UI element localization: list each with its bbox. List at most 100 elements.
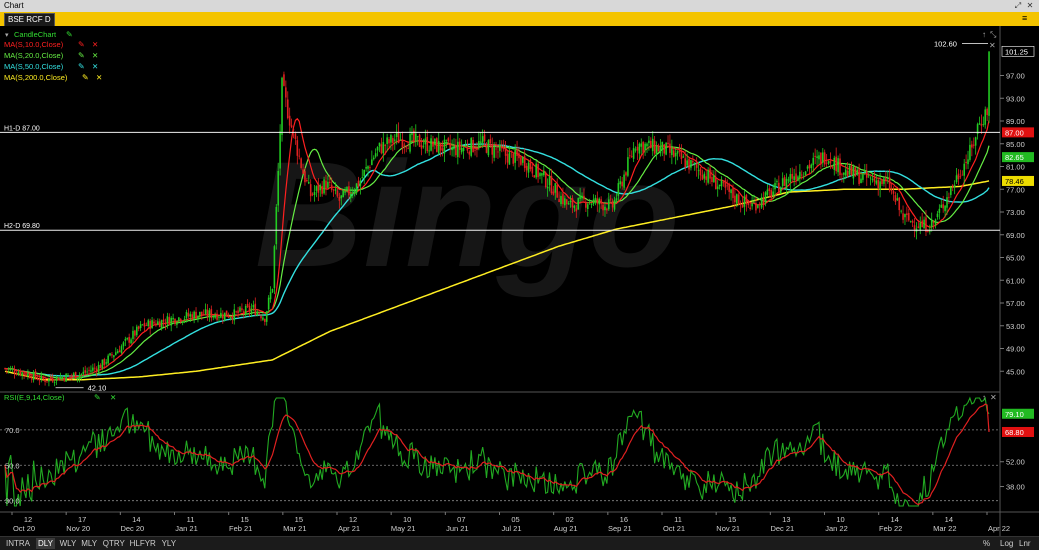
rsi-move-icon: ↑	[982, 393, 986, 402]
x-tick-day: 12	[349, 515, 357, 524]
x-tick-month: Mar 21	[283, 524, 306, 533]
price-badge-4: 78.46	[1002, 175, 1034, 186]
y-tick-label: 49.00	[1006, 345, 1025, 354]
x-tick-day: 07	[457, 515, 465, 524]
x-tick-day: 02	[565, 515, 573, 524]
scale-option-1[interactable]: %	[983, 538, 990, 549]
y-tick-label: 45.00	[1006, 367, 1025, 376]
candle	[487, 139, 490, 158]
legend-title: CandleChart	[14, 30, 57, 39]
high-annotation: 102.60	[934, 40, 957, 49]
rsi-y-tick-label: 70.0	[5, 426, 20, 435]
y-tick-label: 97.00	[1006, 72, 1025, 81]
candle	[275, 204, 278, 250]
candle	[779, 186, 782, 194]
x-tick-month: Apr 22	[988, 524, 1010, 533]
close-icon[interactable]: ✕	[1025, 1, 1035, 11]
bottom-toolbar: INTRA DLY WLY MLY QTRY HLFYR YLY% Log Lnr	[0, 536, 1039, 550]
candle	[418, 133, 421, 148]
x-tick-day: 17	[78, 515, 86, 524]
svg-text:78.46: 78.46	[1005, 177, 1024, 186]
x-tick-day: 16	[620, 515, 628, 524]
legend-item-2: MA(S,20.0,Close)	[4, 51, 64, 60]
scale-option-3[interactable]: Lnr	[1019, 538, 1031, 549]
y-tick-label: 57.00	[1006, 299, 1025, 308]
hline-label-1: H1-D 87.00	[4, 125, 40, 132]
y-tick-label: 65.00	[1006, 254, 1025, 263]
chart-area[interactable]: Bingo H1-D 87.00H2-D 69.80102.6042.10 Ca…	[0, 26, 1039, 536]
symbol-bar: BSE RCF D ≡	[0, 12, 1039, 27]
x-tick-month: Apr 21	[338, 524, 360, 533]
candle	[577, 197, 580, 210]
x-tick-day: 10	[403, 515, 411, 524]
candle	[470, 136, 473, 158]
timeframe-wly[interactable]: WLY	[58, 538, 79, 549]
candle	[323, 176, 325, 195]
y-tick-label: 53.00	[1006, 322, 1025, 331]
legend-item-4: MA(S,200.0,Close)	[4, 73, 68, 82]
timeframe-mly[interactable]: MLY	[79, 538, 99, 549]
x-tick-day: 15	[295, 515, 303, 524]
timeframe-intra[interactable]: INTRA	[4, 538, 32, 549]
timeframe-qtry[interactable]: QTRY	[101, 538, 127, 549]
x-tick-month: Jul 21	[501, 524, 521, 533]
candle	[854, 165, 857, 177]
y-tick-label: 73.00	[1006, 208, 1025, 217]
menu-icon[interactable]: ≡	[1022, 14, 1031, 23]
edit-icon: ✎	[66, 30, 73, 39]
legend-remove-icon: ✕	[92, 40, 98, 49]
legend-edit-icon: ✎	[78, 40, 85, 49]
candle	[436, 137, 438, 153]
x-tick-day: 15	[240, 515, 248, 524]
svg-text:82.65: 82.65	[1005, 153, 1024, 162]
rsi-close-icon: ✕	[990, 393, 997, 402]
timeframe-dly[interactable]: DLY	[36, 538, 55, 549]
x-tick-month: Oct 20	[13, 524, 35, 533]
legend-edit-icon: ✎	[82, 73, 89, 82]
pin-icon[interactable]: ⤢	[1013, 1, 1023, 11]
price-badge-1: 101.25	[1001, 46, 1035, 57]
x-tick-month: Dec 20	[120, 524, 144, 533]
collapse-icon: ▾	[5, 32, 9, 39]
rsi-right-tick-label: 38.00	[1006, 483, 1025, 492]
timeframe-hlfyr[interactable]: HLFYR	[128, 538, 158, 549]
candle	[988, 51, 990, 124]
legend-remove-icon: ✕	[92, 62, 98, 71]
x-tick-month: May 21	[391, 524, 416, 533]
x-tick-month: Aug 21	[554, 524, 578, 533]
x-tick-month: Jan 22	[825, 524, 848, 533]
candle	[300, 157, 302, 170]
x-tick-month: Mar 22	[933, 524, 956, 533]
x-tick-day: 14	[945, 515, 953, 524]
timeframe-yly[interactable]: YLY	[160, 538, 179, 549]
x-tick-day: 10	[836, 515, 844, 524]
price-badge-3: 82.65	[1002, 152, 1034, 163]
window-title: Chart	[4, 1, 24, 10]
symbol-label[interactable]: BSE RCF D	[4, 13, 55, 27]
close-panel-icon: ✕	[989, 41, 996, 50]
move-up-icon: ↑	[982, 30, 986, 39]
x-tick-day: 14	[890, 515, 898, 524]
legend-remove-icon: ✕	[96, 73, 102, 82]
candle	[223, 312, 226, 322]
x-tick-day: 11	[674, 515, 682, 524]
x-tick-month: Nov 21	[716, 524, 740, 533]
low-annotation: 42.10	[88, 384, 107, 393]
x-tick-month: Jun 21	[446, 524, 469, 533]
x-tick-day: 15	[728, 515, 736, 524]
svg-text:79.10: 79.10	[1005, 410, 1024, 419]
candle	[65, 372, 67, 382]
x-tick-day: 05	[511, 515, 519, 524]
rsi-remove-icon: ✕	[110, 393, 116, 402]
x-tick-day: 13	[782, 515, 790, 524]
candle	[225, 310, 228, 317]
x-tick-month: Nov 20	[66, 524, 90, 533]
candle	[273, 244, 276, 295]
legend-remove-icon: ✕	[92, 51, 98, 60]
scale-option-2[interactable]: Log	[1000, 538, 1013, 549]
x-tick-month: Sep 21	[608, 524, 632, 533]
x-tick-month: Jan 21	[175, 524, 198, 533]
x-tick-month: Oct 21	[663, 524, 685, 533]
candle	[665, 142, 667, 156]
price-badge-2: 87.00	[1002, 127, 1034, 138]
